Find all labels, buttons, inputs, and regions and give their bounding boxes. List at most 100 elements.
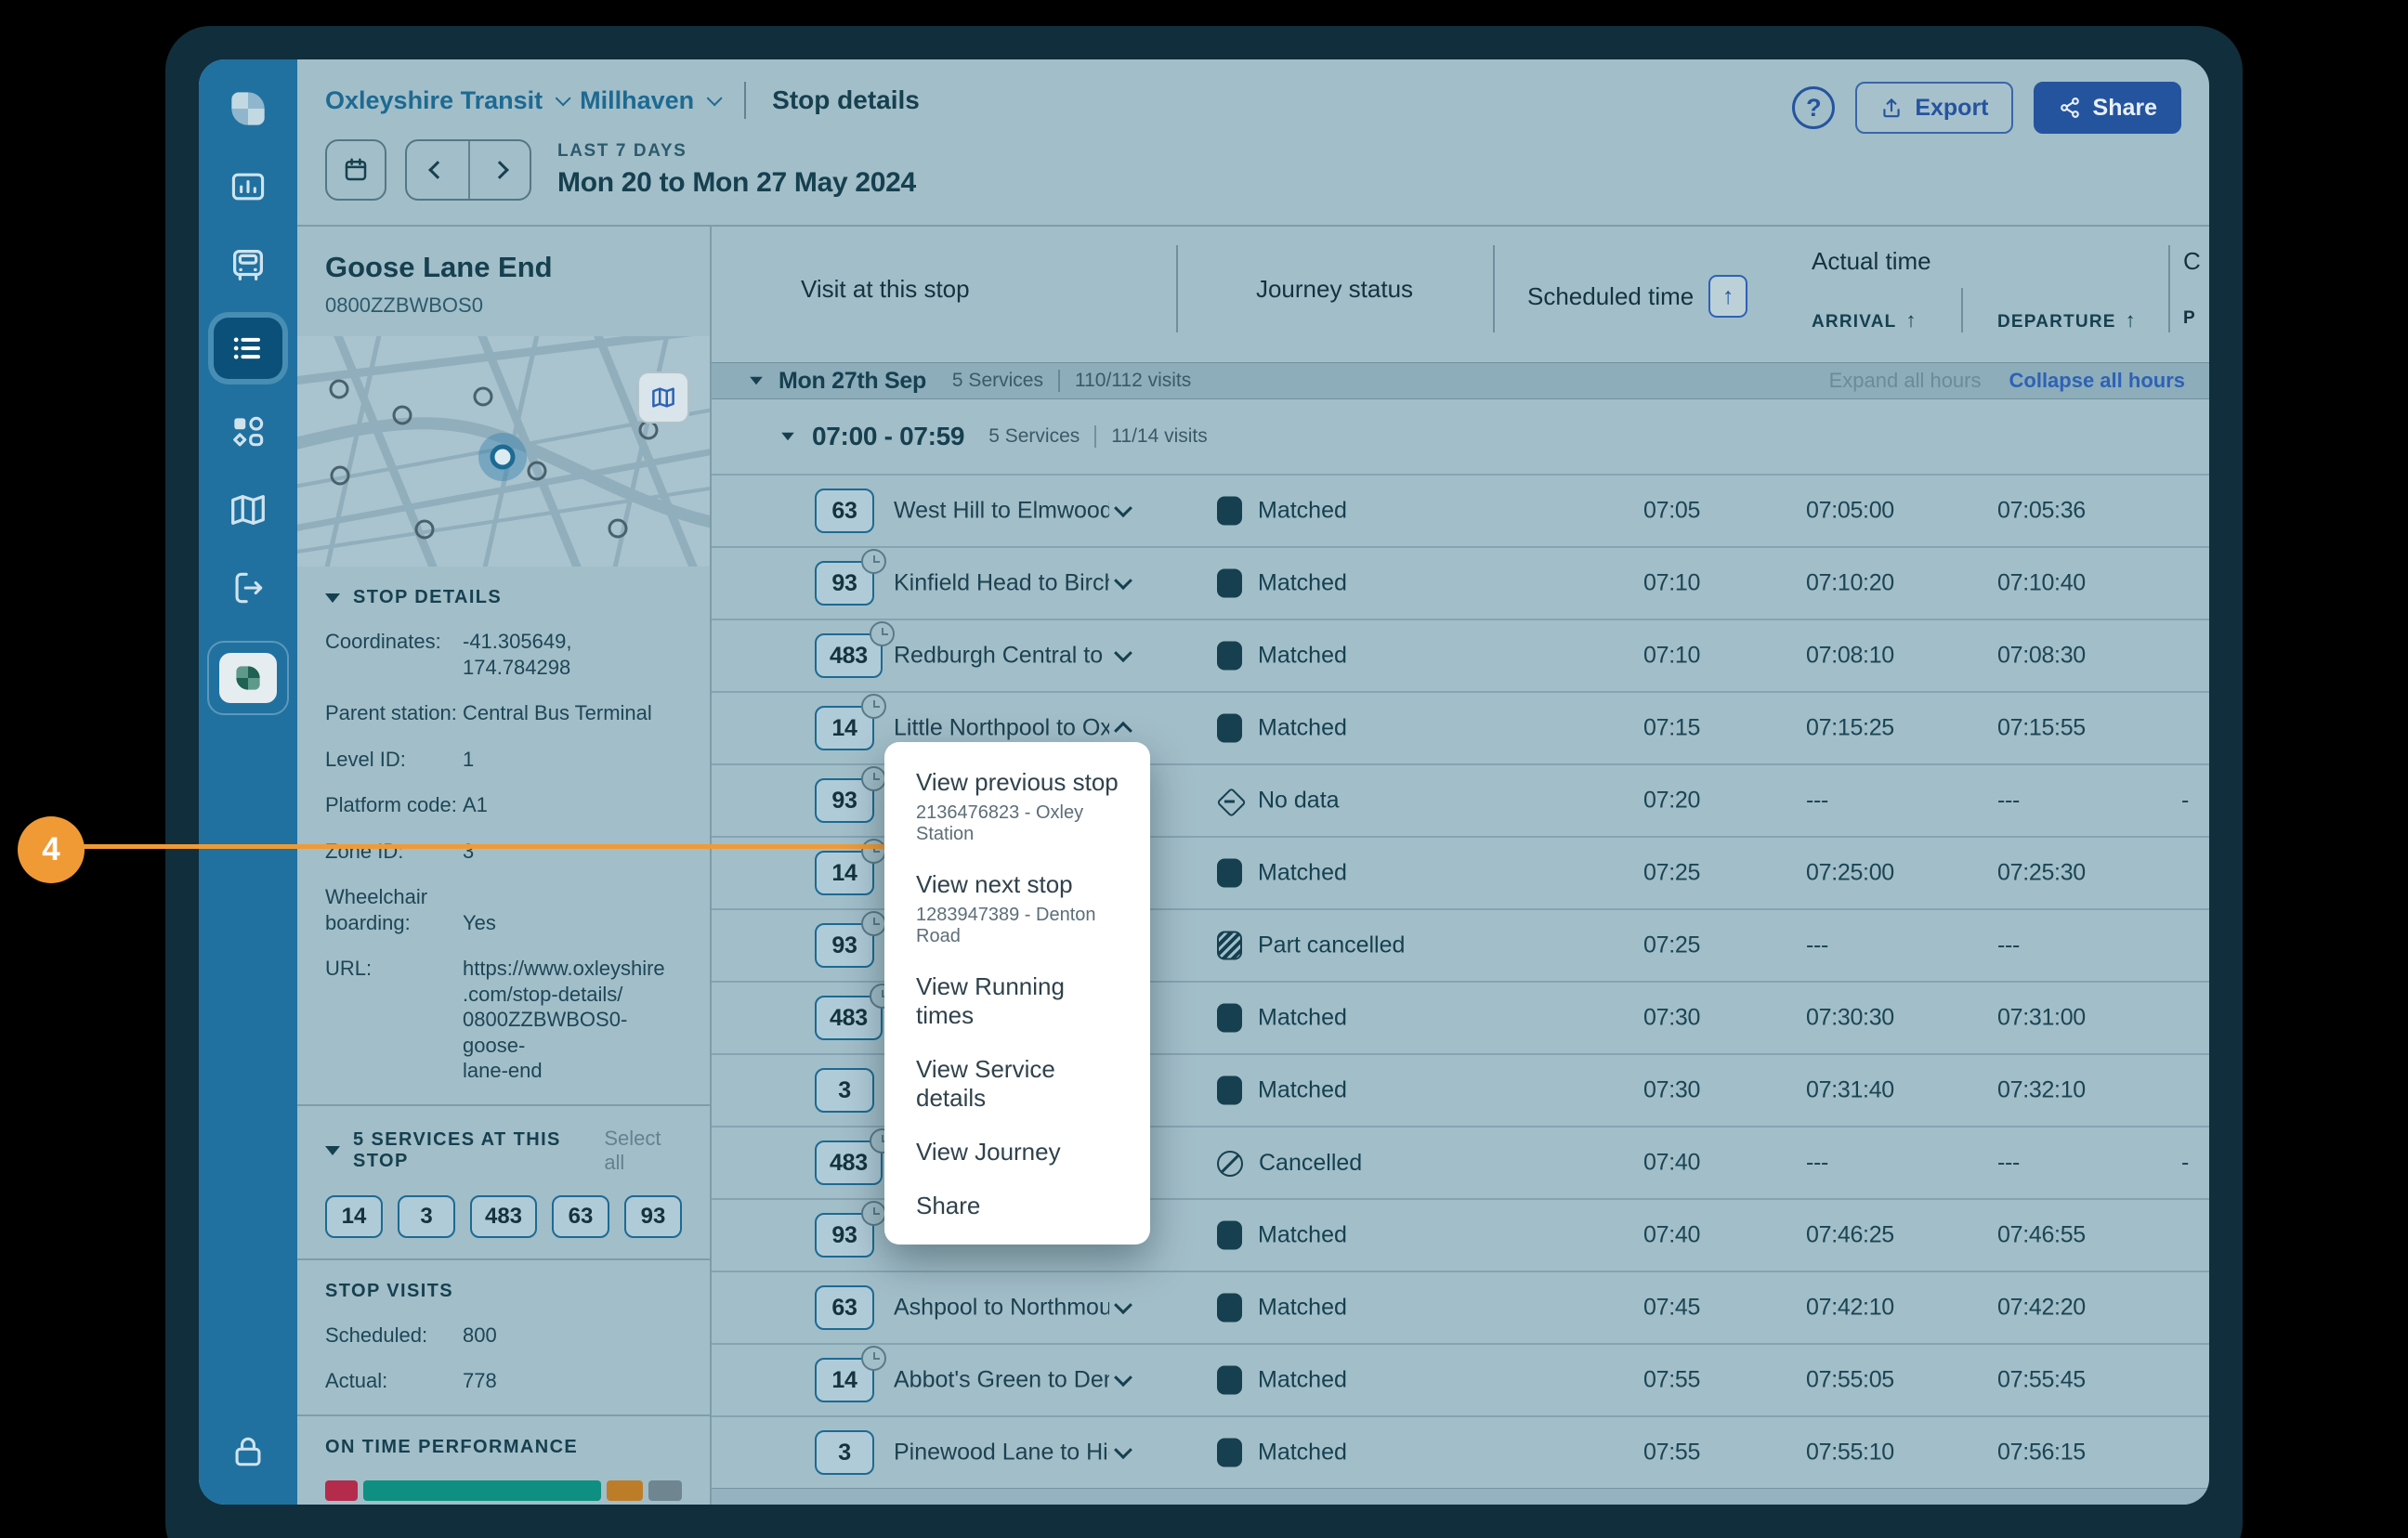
arrival-time: 07:55:05 (1806, 1367, 1894, 1394)
scheduled-time: 07:20 (1643, 788, 1700, 815)
services-section: 5 SERVICES AT THIS STOP Select all 14 3 … (297, 1106, 710, 1260)
otp-late-segment (607, 1480, 642, 1501)
chevron-icon[interactable] (1114, 1368, 1132, 1387)
open-map-button[interactable] (637, 371, 689, 424)
export-button[interactable]: Export (1855, 82, 2012, 134)
status-icon (1217, 497, 1242, 526)
chevron-icon[interactable] (1114, 1440, 1132, 1459)
hour-group-row[interactable]: 07:00 - 07:59 5 Services 11/14 visits (712, 399, 2209, 474)
day-services: 5 Services (952, 370, 1043, 392)
sidebar-item-stop-list[interactable] (214, 318, 282, 379)
prev-day-button[interactable] (407, 141, 468, 199)
visit-row[interactable]: 63 West Hill to Elmwood Lan… Matched 07:… (712, 474, 2209, 546)
status-icon (1217, 1004, 1242, 1033)
day-group-row[interactable]: Mon 27th Sep 5 Services 110/112 visits E… (712, 362, 2209, 399)
arrival-time: 07:15:25 (1806, 715, 1894, 742)
share-button[interactable]: Share (2034, 82, 2181, 134)
route-badge: 63 (815, 489, 874, 533)
chevron-icon[interactable] (1114, 644, 1132, 662)
lock-icon[interactable] (223, 1427, 273, 1477)
otp-early-segment (325, 1480, 358, 1501)
visit-row[interactable]: 14 Abbot's Green to Denton… Matched 07:5… (712, 1343, 2209, 1415)
sidebar-item-vehicles[interactable] (223, 240, 273, 290)
col-truncated-sub: P (2183, 308, 2196, 329)
journey-name: Kinfield Head to Birchwo… (894, 570, 1109, 597)
sidebar-item-map[interactable] (223, 485, 273, 535)
col-arrival[interactable]: ARRIVAL↑ (1812, 308, 1917, 332)
sidebar-item-analytics[interactable] (223, 162, 273, 212)
status-label: Matched (1258, 715, 1347, 742)
stop-details-header[interactable]: STOP DETAILS (325, 587, 682, 608)
collapse-caret-icon (325, 593, 340, 603)
arrival-time: 07:25:00 (1806, 860, 1894, 887)
select-all-link[interactable]: Select all (604, 1127, 682, 1175)
otp-ontime-segment (363, 1480, 602, 1501)
calendar-button[interactable] (325, 139, 386, 201)
visit-row[interactable]: 93 Kinfield Head to Birchwo… Matched 07:… (712, 546, 2209, 619)
collapse-caret-icon (750, 377, 763, 385)
menu-item-view-next-stop[interactable]: View next stop 1283947389 - Denton Road (884, 870, 1150, 947)
visit-row[interactable]: 483 Redburgh Central to Park… Matched 07… (712, 619, 2209, 691)
sort-arrow-icon: ↑ (2126, 308, 2137, 332)
app-frame: Oxleyshire Transit Millhaven Stop detail… (165, 26, 2243, 1538)
clock-badge-icon (861, 911, 886, 936)
route-badge: 3 (815, 1430, 874, 1475)
chevron-icon[interactable] (1114, 571, 1132, 590)
clock-badge-icon (861, 694, 886, 719)
scheduled-time: 07:15 (1643, 715, 1700, 742)
menu-item-share[interactable]: Share (884, 1192, 1150, 1220)
collapse-all-hours-link[interactable]: Collapse all hours (2009, 369, 2186, 393)
services-header[interactable]: 5 SERVICES AT THIS STOP (325, 1129, 604, 1172)
collapse-caret-icon (781, 433, 794, 441)
menu-item-view-service-details[interactable]: View Service details (884, 1055, 1150, 1113)
status-label: Matched (1258, 1440, 1347, 1466)
col-visit-at-this-stop: Visit at this stop (801, 275, 970, 304)
visit-row[interactable]: 3 Pinewood Lane to Highg… Matched 07:55 … (712, 1415, 2209, 1488)
status-label: Matched (1258, 1077, 1347, 1104)
otp-section: ON TIME PERFORMANCE Early On time Late (297, 1416, 710, 1505)
visit-row[interactable]: 63 Ashpool to Northmouth S… Matched 07:4… (712, 1271, 2209, 1343)
next-hour-group-partial (712, 1488, 2209, 1505)
breadcrumb-org[interactable]: Oxleyshire Transit (325, 86, 543, 115)
status-icon (1217, 1294, 1242, 1323)
sort-button[interactable]: ↑ (1708, 275, 1747, 318)
scheduled-time: 07:55 (1643, 1440, 1700, 1466)
stop-map[interactable] (297, 336, 710, 567)
chevron-left-icon (428, 161, 447, 179)
sidebar-item-categories[interactable] (223, 407, 273, 457)
status-label: Matched (1258, 1222, 1347, 1249)
status-icon (1217, 932, 1242, 960)
menu-item-view-journey[interactable]: View Journey (884, 1138, 1150, 1167)
help-icon[interactable]: ? (1792, 86, 1835, 129)
chevron-icon[interactable] (1114, 499, 1132, 517)
service-chip[interactable]: 3 (398, 1195, 455, 1238)
detail-row: Parent station:Central Bus Terminal (325, 700, 682, 726)
service-chip[interactable]: 14 (325, 1195, 383, 1238)
chevron-icon[interactable] (1114, 1296, 1132, 1314)
clock-badge-icon (861, 839, 886, 864)
status-icon (1217, 1076, 1242, 1105)
col-actual-time: Actual time (1812, 247, 1931, 276)
service-chip[interactable]: 483 (470, 1195, 537, 1238)
otp-title: ON TIME PERFORMANCE (325, 1437, 682, 1458)
sidebar-item-logout[interactable] (223, 563, 273, 613)
service-chip[interactable]: 63 (552, 1195, 609, 1238)
journey-name: West Hill to Elmwood Lan… (894, 498, 1109, 525)
service-chip[interactable]: 93 (624, 1195, 682, 1238)
breadcrumb-region[interactable]: Millhaven (580, 86, 694, 115)
col-departure[interactable]: DEPARTURE↑ (1997, 308, 2137, 332)
stop-url-link[interactable]: https://www.oxleyshire .com/stop-details… (463, 956, 682, 1084)
expand-all-hours-link[interactable]: Expand all hours (1829, 369, 1982, 393)
menu-item-view-running-times[interactable]: View Running times (884, 972, 1150, 1030)
sidebar-item-workspace-app[interactable] (207, 641, 289, 715)
app-logo-icon (223, 84, 273, 134)
hour-services: 5 Services (988, 425, 1080, 448)
arrival-time: 07:46:25 (1806, 1222, 1894, 1249)
status-label: Matched (1258, 498, 1347, 525)
menu-item-view-previous-stop[interactable]: View previous stop 2136476823 - Oxley St… (884, 768, 1150, 845)
chevron-icon[interactable] (1114, 722, 1132, 740)
departure-time: 07:56:15 (1997, 1440, 2086, 1466)
scheduled-time: 07:10 (1643, 643, 1700, 670)
next-day-button[interactable] (468, 141, 530, 199)
detail-row: Wheelchair boarding:Yes (325, 884, 682, 935)
